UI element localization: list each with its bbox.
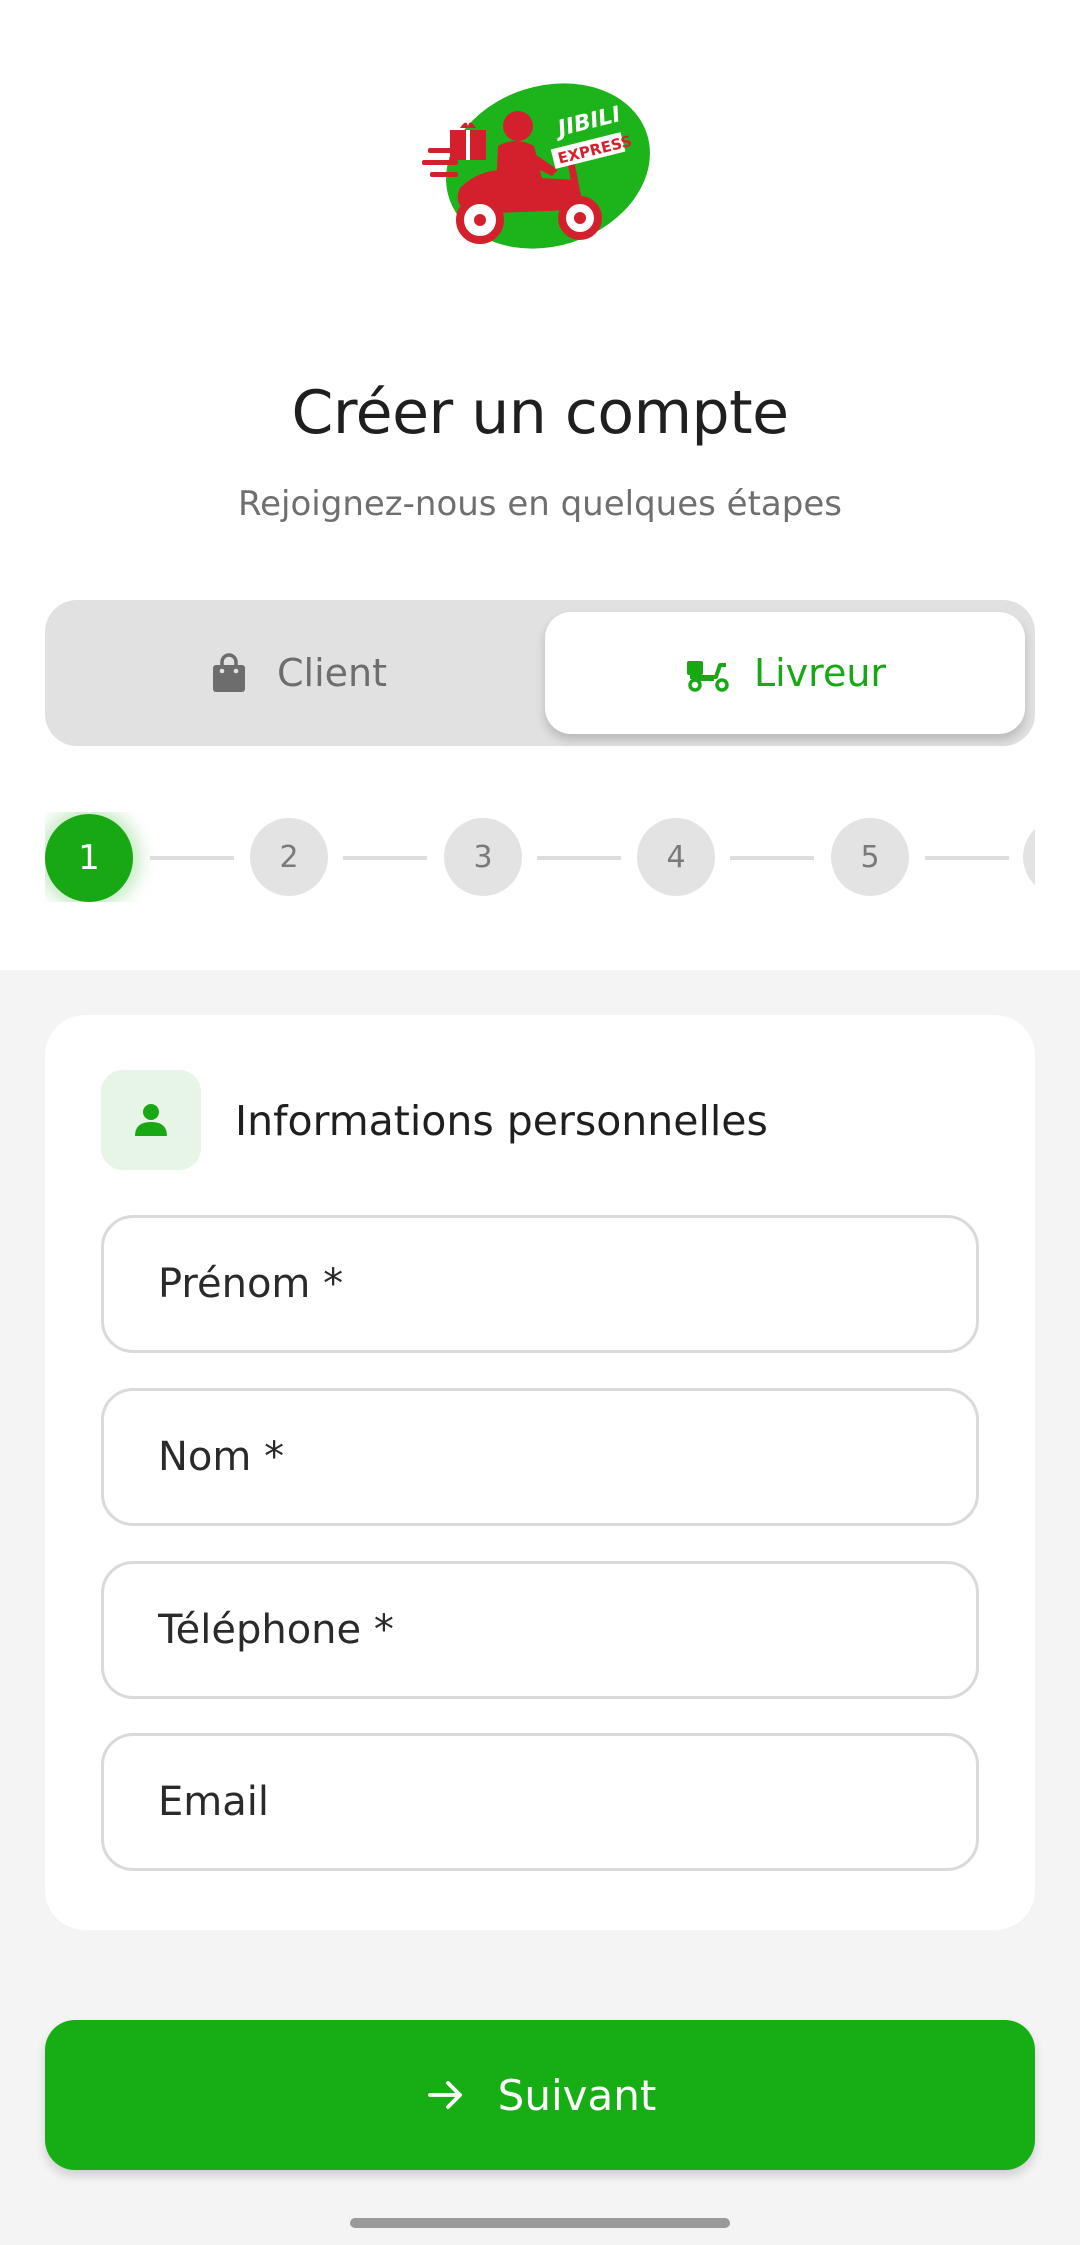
account-type-client[interactable]: Client: [57, 612, 537, 734]
shopping-bag-icon: [207, 651, 251, 695]
phone-input[interactable]: [158, 1607, 976, 1653]
step-connector: [343, 856, 427, 860]
account-type-livreur[interactable]: Livreur: [545, 612, 1025, 734]
delivery-scooter-icon: [684, 651, 729, 695]
jibili-express-logo: JIBILI EXPRESS: [420, 78, 660, 253]
step-3: 3: [444, 818, 522, 896]
step-5: 5: [831, 818, 909, 896]
step-6-partial: [1023, 818, 1035, 896]
header-area: JIBILI EXPRESS Créer un compte Rejoignez…: [0, 0, 1080, 970]
page-title: Créer un compte: [291, 378, 789, 448]
email-field-container: [101, 1733, 979, 1871]
step-4: 4: [637, 818, 715, 896]
account-type-selector: Client Livreur: [45, 600, 1035, 746]
section-title: Informations personnelles: [235, 1097, 768, 1145]
first-name-input[interactable]: [158, 1261, 976, 1307]
account-type-livreur-label: Livreur: [753, 651, 887, 695]
email-input[interactable]: [158, 1779, 976, 1825]
step-2: 2: [250, 818, 328, 896]
step-connector: [150, 856, 234, 860]
account-type-client-label: Client: [276, 651, 387, 695]
next-button[interactable]: Suivant: [45, 2020, 1035, 2170]
registration-stepper: 1 2 3 4 5: [45, 812, 1035, 902]
last-name-field-container: [101, 1388, 979, 1526]
last-name-input[interactable]: [158, 1434, 976, 1480]
home-indicator[interactable]: [350, 2218, 730, 2228]
phone-field-container: [101, 1561, 979, 1699]
first-name-field-container: [101, 1215, 979, 1353]
step-1: 1: [45, 814, 133, 902]
next-button-label: Suivant: [497, 2070, 657, 2120]
step-connector: [537, 856, 621, 860]
arrow-right-icon: [424, 2073, 468, 2117]
page-subtitle: Rejoignez-nous en quelques étapes: [238, 484, 842, 524]
step-connector: [730, 856, 814, 860]
person-icon: [101, 1070, 201, 1170]
step-connector: [925, 856, 1009, 860]
personal-info-card: Informations personnelles: [45, 1015, 1035, 1930]
